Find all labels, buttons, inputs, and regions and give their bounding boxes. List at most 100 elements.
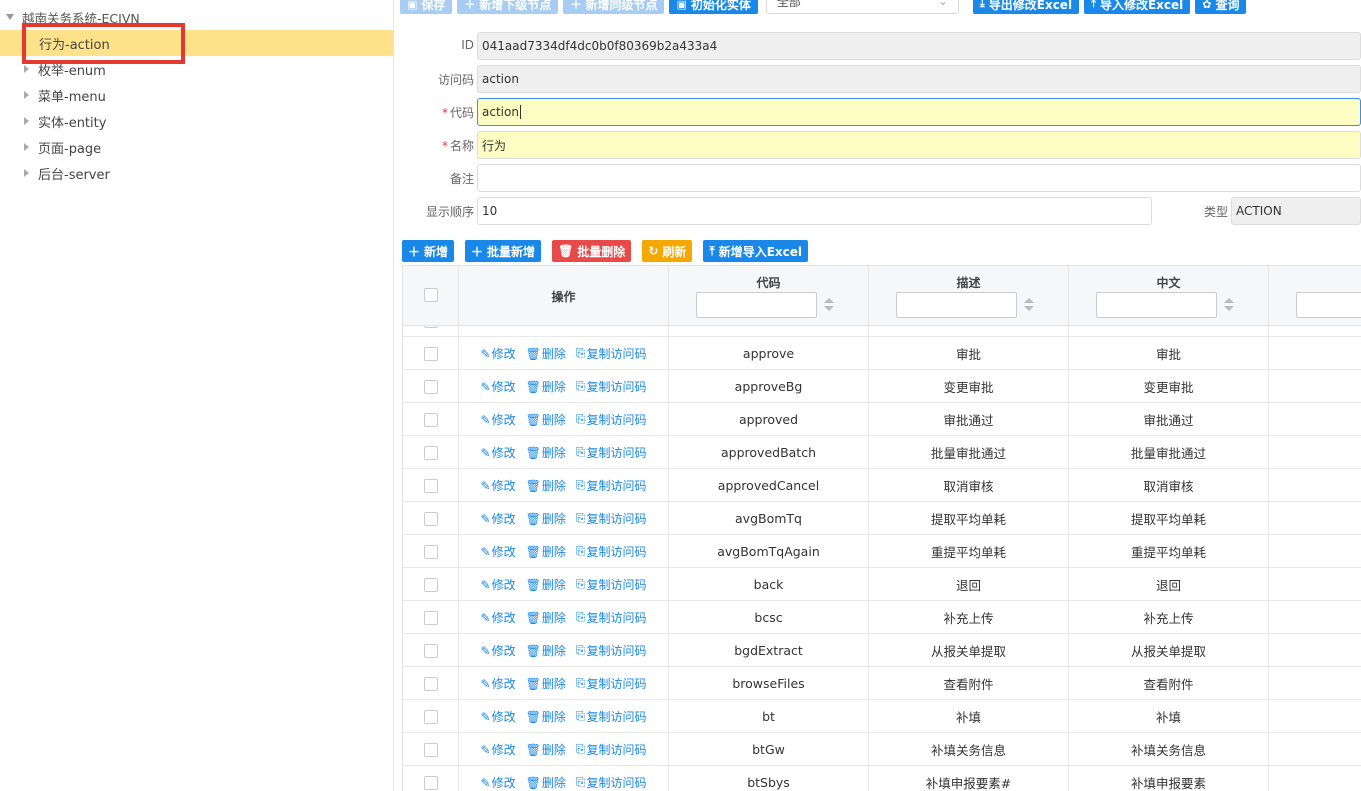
edit-link[interactable]: ✎ 修改	[481, 378, 516, 395]
row-checkbox[interactable]	[423, 326, 438, 328]
edit-link[interactable]: ✎ 修改	[481, 444, 516, 461]
edit-link[interactable]: ✎ 修改	[481, 708, 516, 725]
import-excel-button[interactable]: ⤒ 导入修改Excel	[1084, 0, 1191, 14]
edit-link[interactable]: ✎ 修改	[481, 675, 516, 692]
copy-access-code-link[interactable]: ⎘ 复制访问码	[576, 675, 647, 692]
header-en[interactable]: 英	[1269, 266, 1361, 326]
delete-link[interactable]: 🗑 删除	[526, 741, 566, 758]
sort-icon[interactable]	[1224, 298, 1234, 312]
id-field[interactable]: 041aad7334df4dc0b0f80369b2a433a4	[477, 32, 1361, 60]
copy-access-code-link[interactable]: ⎘ 复制访问码	[576, 576, 647, 593]
add-button[interactable]: ＋新增	[402, 240, 455, 262]
delete-link[interactable]: 🗑 删除	[526, 774, 566, 791]
select-all-checkbox[interactable]	[424, 288, 438, 302]
delete-link[interactable]: 🗑 删除	[526, 510, 566, 527]
copy-access-code-link[interactable]: ⎘ 复制访问码	[576, 741, 647, 758]
caret-down-icon[interactable]	[6, 14, 14, 20]
copy-access-code-link[interactable]: ⎘ 复制访问码	[576, 774, 647, 791]
copy-access-code-link[interactable]: ⎘ 复制访问码	[576, 708, 647, 725]
tree-item-server[interactable]: 后台-server	[0, 160, 393, 186]
delete-link[interactable]: 🗑 删除	[526, 642, 566, 659]
caret-right-icon[interactable]	[24, 91, 29, 99]
caret-right-icon[interactable]	[24, 169, 29, 177]
copy-access-code-link[interactable]: ⎘ 复制访问码	[576, 345, 647, 362]
delete-link[interactable]: 🗑 删除	[526, 444, 566, 461]
type-field[interactable]: ACTION	[1231, 197, 1361, 225]
edit-link[interactable]: ✎ 修改	[481, 576, 516, 593]
edit-link[interactable]: ✎ 修改	[481, 411, 516, 428]
row-checkbox[interactable]	[423, 379, 438, 394]
delete-link[interactable]: 🗑 删除	[526, 576, 566, 593]
row-checkbox[interactable]	[423, 511, 438, 526]
code-field[interactable]: action	[477, 98, 1361, 126]
delete-link[interactable]: 🗑 删除	[526, 378, 566, 395]
row-checkbox[interactable]	[423, 544, 438, 559]
add-import-excel-button[interactable]: ⤒ 新增导入Excel	[703, 240, 809, 262]
refresh-button[interactable]: ↻ 刷新	[642, 240, 693, 262]
row-checkbox[interactable]	[423, 346, 438, 361]
edit-link[interactable]: ✎ 修改	[481, 510, 516, 527]
copy-access-code-link[interactable]: ⎘ 复制访问码	[576, 477, 647, 494]
add-sibling-node-button[interactable]: ＋新增同级节点	[563, 0, 665, 14]
edit-link[interactable]: ✎ 修改	[481, 741, 516, 758]
row-checkbox[interactable]	[423, 478, 438, 493]
batch-add-button[interactable]: ＋批量新增	[465, 240, 542, 262]
delete-link[interactable]: 🗑 删除	[526, 609, 566, 626]
tree-item-entity[interactable]: 实体-entity	[0, 108, 393, 134]
copy-access-code-link[interactable]: ⎘ 复制访问码	[576, 510, 647, 527]
caret-right-icon[interactable]	[24, 143, 29, 151]
tree-item-action[interactable]: 行为-action	[0, 30, 393, 56]
tree-root-node[interactable]: 越南关务系统-ECIVN	[0, 6, 393, 28]
row-checkbox[interactable]	[423, 445, 438, 460]
copy-access-code-link[interactable]: ⎘ 复制访问码	[576, 642, 647, 659]
delete-link[interactable]: 🗑 删除	[526, 543, 566, 560]
edit-link[interactable]: ✎ 修改	[481, 774, 516, 791]
code-filter-input[interactable]	[696, 292, 817, 318]
row-checkbox[interactable]	[423, 412, 438, 427]
row-checkbox[interactable]	[423, 709, 438, 724]
delete-link[interactable]: 🗑 删除	[526, 675, 566, 692]
copy-access-code-link[interactable]: ⎘ 复制访问码	[576, 444, 647, 461]
en-filter-input[interactable]	[1296, 292, 1361, 318]
copy-access-code-link[interactable]: ⎘ 复制访问码	[576, 543, 647, 560]
row-checkbox[interactable]	[423, 775, 438, 790]
delete-link[interactable]: 🗑 删除	[526, 411, 566, 428]
edit-link[interactable]: ✎ 修改	[481, 543, 516, 560]
caret-right-icon[interactable]	[24, 117, 29, 125]
delete-link[interactable]: 🗑 删除	[526, 708, 566, 725]
name-field[interactable]: 行为	[477, 131, 1361, 159]
access-code-field[interactable]: action	[477, 65, 1361, 93]
edit-link[interactable]: ✎ 修改	[481, 477, 516, 494]
row-checkbox[interactable]	[423, 742, 438, 757]
row-checkbox[interactable]	[423, 610, 438, 625]
init-entity-button[interactable]: ▣ 初始化实体	[669, 0, 758, 14]
sort-icon[interactable]	[824, 298, 834, 312]
delete-link[interactable]: 🗑 删除	[526, 477, 566, 494]
edit-link[interactable]: ✎ 修改	[481, 609, 516, 626]
filter-select[interactable]: 全部 ⌄	[765, 0, 959, 14]
row-checkbox[interactable]	[423, 643, 438, 658]
remark-field[interactable]	[477, 164, 1361, 192]
save-button[interactable]: ▣ 保存	[400, 0, 453, 14]
row-checkbox[interactable]	[423, 577, 438, 592]
query-button[interactable]: ✿ 查询	[1195, 0, 1247, 14]
tree-item-page[interactable]: 页面-page	[0, 134, 393, 160]
copy-access-code-link[interactable]: ⎘ 复制访问码	[576, 411, 647, 428]
delete-link[interactable]: 🗑 删除	[526, 345, 566, 362]
tree-item-enum[interactable]: 枚举-enum	[0, 56, 393, 82]
batch-delete-button[interactable]: 🗑 批量删除	[552, 240, 632, 262]
tree-item-menu[interactable]: 菜单-menu	[0, 82, 393, 108]
copy-access-code-link[interactable]: ⎘ 复制访问码	[576, 609, 647, 626]
edit-link[interactable]: ✎ 修改	[481, 642, 516, 659]
add-child-node-button[interactable]: ＋新增下级节点	[457, 0, 559, 14]
row-checkbox[interactable]	[423, 676, 438, 691]
header-desc[interactable]: 描述	[869, 266, 1069, 326]
sort-icon[interactable]	[1024, 298, 1034, 312]
display-order-field[interactable]: 10	[477, 197, 1152, 225]
caret-right-icon[interactable]	[24, 65, 29, 73]
export-excel-button[interactable]: ⤓ 导出修改Excel	[972, 0, 1080, 14]
zh-filter-input[interactable]	[1096, 292, 1217, 318]
header-zh[interactable]: 中文	[1069, 266, 1269, 326]
header-code[interactable]: 代码	[669, 266, 869, 326]
edit-link[interactable]: ✎ 修改	[481, 345, 516, 362]
